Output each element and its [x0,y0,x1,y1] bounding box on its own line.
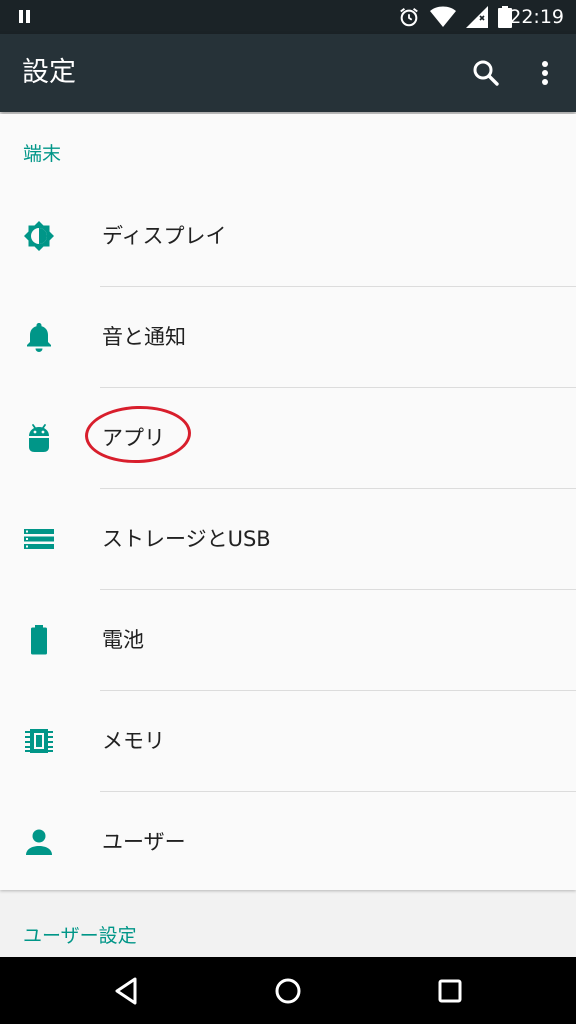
settings-item-label: 音と通知 [102,325,186,349]
settings-item-label: ストレージとUSB [102,527,271,551]
recents-icon[interactable] [432,973,468,1009]
wifi-icon [430,6,456,27]
bell-icon [27,323,51,352]
person-icon [26,829,52,855]
cell-signal-icon [466,6,488,28]
navigation-bar [0,957,576,1024]
alarm-icon [400,7,418,27]
settings-item-storage[interactable]: ストレージとUSB [0,489,576,590]
more-vert-icon[interactable] [533,57,557,89]
storage-icon [24,529,54,549]
section-header-user-settings: ユーザー設定 [23,925,137,947]
settings-item-label: メモリ [102,729,165,753]
settings-item-label: ディスプレイ [102,224,227,248]
android-icon [29,424,49,452]
battery-icon [31,625,47,655]
brightness-icon [24,221,54,251]
pause-icon [19,10,31,23]
settings-item-sound[interactable]: 音と通知 [0,287,576,388]
settings-item-display[interactable]: ディスプレイ [0,186,576,287]
home-icon[interactable] [270,973,306,1009]
status-time: 22:19 [509,6,564,28]
settings-item-memory[interactable]: メモリ [0,691,576,792]
page-title: 設定 [22,57,76,88]
memory-chip-icon [25,729,53,753]
status-bar: 22:19 [0,0,576,34]
settings-item-users[interactable]: ユーザー [0,792,576,893]
settings-card: 端末 ディスプレイ 音と通知 アプリ ストレージとUSB 電池 メモリ ユーザー [0,114,576,890]
settings-item-label: 電池 [102,628,144,652]
app-bar: 設定 [0,34,576,112]
back-icon[interactable] [108,973,144,1009]
search-icon[interactable] [470,57,502,89]
settings-item-battery[interactable]: 電池 [0,590,576,691]
status-icons [398,6,512,28]
section-header-device: 端末 [23,143,62,165]
settings-item-label: ユーザー [102,830,186,854]
